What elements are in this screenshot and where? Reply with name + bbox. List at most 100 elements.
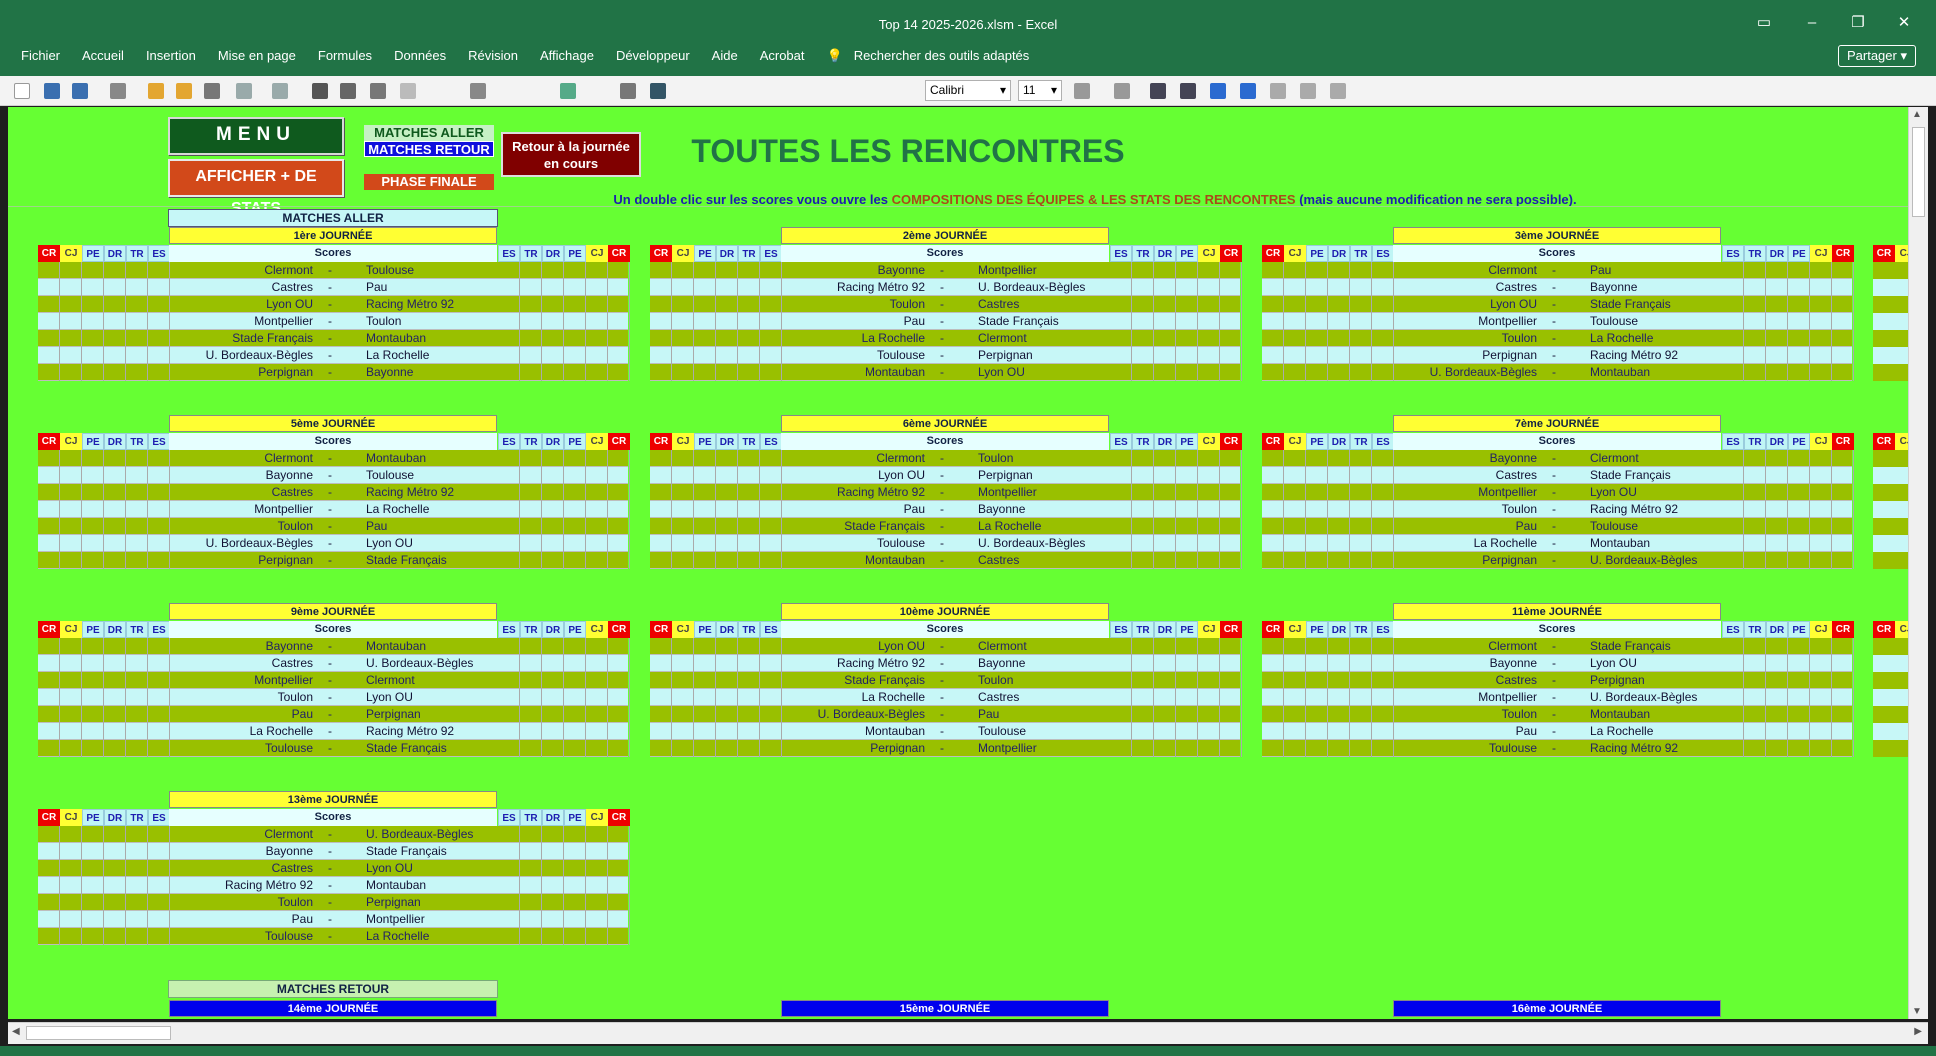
journee-title[interactable]: 13ème JOURNÉE <box>169 791 497 808</box>
stat-cell[interactable] <box>716 672 738 689</box>
stat-cell[interactable] <box>586 826 608 843</box>
stat-cell[interactable] <box>1832 484 1854 501</box>
stat-cell[interactable] <box>1810 501 1832 518</box>
stat-cell[interactable] <box>38 928 60 945</box>
stat-cell[interactable] <box>1810 689 1832 706</box>
match-row[interactable]: Montauban - Castres <box>650 552 1242 569</box>
stat-cell[interactable] <box>148 860 170 877</box>
menu-item-7[interactable]: Affichage <box>529 46 605 66</box>
stat-cell[interactable] <box>1306 484 1328 501</box>
stat-cell[interactable] <box>1262 296 1284 313</box>
stat-cell[interactable] <box>38 279 60 296</box>
stat-cell[interactable] <box>586 484 608 501</box>
stat-cell[interactable] <box>672 689 694 706</box>
stat-cell[interactable] <box>1284 296 1306 313</box>
stat-cell[interactable] <box>760 467 782 484</box>
stat-cell[interactable] <box>38 860 60 877</box>
stat-cell[interactable] <box>1176 484 1198 501</box>
stat-cell[interactable] <box>542 467 564 484</box>
stat-cell[interactable] <box>82 296 104 313</box>
stat-cell[interactable] <box>1262 689 1284 706</box>
menu-item-1[interactable]: Accueil <box>71 46 135 66</box>
font-size-select[interactable]: 11 ▾ <box>1018 80 1062 101</box>
stat-cell[interactable] <box>586 552 608 569</box>
stat-cell[interactable] <box>586 689 608 706</box>
stat-cell[interactable] <box>60 638 82 655</box>
match-row[interactable]: Montpellier - Lyon OU <box>1262 484 1854 501</box>
stat-cell[interactable] <box>1350 347 1372 364</box>
match-row[interactable]: Stade Français - La Rochelle <box>650 518 1242 535</box>
stat-cell[interactable] <box>1810 364 1832 381</box>
stat-cell[interactable] <box>672 296 694 313</box>
stat-cell[interactable] <box>1766 484 1788 501</box>
match-row[interactable]: Castres - Racing Métro 92 <box>38 484 630 501</box>
stat-cell[interactable] <box>672 638 694 655</box>
stat-cell[interactable] <box>1284 347 1306 364</box>
stat-cell[interactable] <box>650 501 672 518</box>
journee-title[interactable]: 7ème JOURNÉE <box>1393 415 1721 432</box>
stat-cell[interactable] <box>542 552 564 569</box>
stat-cell[interactable] <box>564 347 586 364</box>
menu-item-4[interactable]: Formules <box>307 46 383 66</box>
stat-cell[interactable] <box>1284 262 1306 279</box>
stat-cell[interactable] <box>1832 330 1854 347</box>
upload-icon[interactable] <box>1240 83 1256 99</box>
stat-cell[interactable] <box>1198 723 1220 740</box>
match-row[interactable]: Montpellier - U. Bordeaux-Bègles <box>1262 689 1854 706</box>
stat-cell[interactable] <box>716 484 738 501</box>
stat-cell[interactable] <box>1832 655 1854 672</box>
stat-cell[interactable] <box>1284 279 1306 296</box>
stat-cell[interactable] <box>564 535 586 552</box>
stat-cell[interactable] <box>1262 672 1284 689</box>
stat-cell[interactable] <box>82 928 104 945</box>
stat-cell[interactable] <box>1766 262 1788 279</box>
stat-cell[interactable] <box>104 279 126 296</box>
stat-cell[interactable] <box>1372 347 1394 364</box>
stat-cell[interactable] <box>650 347 672 364</box>
stat-cell[interactable] <box>1372 723 1394 740</box>
stat-cell[interactable] <box>672 279 694 296</box>
stat-cell[interactable] <box>60 672 82 689</box>
stat-cell[interactable] <box>82 843 104 860</box>
stat-cell[interactable] <box>586 655 608 672</box>
stat-cell[interactable] <box>716 347 738 364</box>
stat-cell[interactable] <box>672 535 694 552</box>
stat-cell[interactable] <box>608 262 630 279</box>
stat-cell[interactable] <box>1262 364 1284 381</box>
stat-cell[interactable] <box>1306 672 1328 689</box>
stat-cell[interactable] <box>1306 313 1328 330</box>
stat-cell[interactable] <box>1306 330 1328 347</box>
stat-cell[interactable] <box>60 894 82 911</box>
horizontal-scroll-thumb[interactable] <box>26 1026 171 1040</box>
stat-cell[interactable] <box>1766 552 1788 569</box>
match-row[interactable]: La Rochelle - Clermont <box>650 330 1242 347</box>
stat-cell[interactable] <box>148 450 170 467</box>
stat-cell[interactable] <box>1198 518 1220 535</box>
stat-cell[interactable] <box>760 330 782 347</box>
stat-cell[interactable] <box>586 364 608 381</box>
stat-cell[interactable] <box>148 518 170 535</box>
stat-cell[interactable] <box>148 672 170 689</box>
open-folder-icon[interactable] <box>148 83 164 99</box>
stat-cell[interactable] <box>1306 638 1328 655</box>
stat-cell[interactable] <box>1176 535 1198 552</box>
match-row[interactable]: Pau - La Rochelle <box>1262 723 1854 740</box>
stat-cell[interactable] <box>104 501 126 518</box>
stat-cell[interactable] <box>694 689 716 706</box>
stat-cell[interactable] <box>672 347 694 364</box>
stat-cell[interactable] <box>608 689 630 706</box>
stat-cell[interactable] <box>586 911 608 928</box>
stat-cell[interactable] <box>564 450 586 467</box>
stat-cell[interactable] <box>60 723 82 740</box>
match-row[interactable]: Pau - Toulouse <box>1262 518 1854 535</box>
stat-cell[interactable] <box>542 723 564 740</box>
stat-cell[interactable] <box>1350 655 1372 672</box>
stat-cell[interactable] <box>82 262 104 279</box>
stat-cell[interactable] <box>650 672 672 689</box>
stat-cell[interactable] <box>38 535 60 552</box>
match-row[interactable]: Lyon OU - Racing Métro 92 <box>38 296 630 313</box>
stat-cell[interactable] <box>148 552 170 569</box>
stat-cell[interactable] <box>1176 450 1198 467</box>
stat-cell[interactable] <box>542 928 564 945</box>
stat-cell[interactable] <box>1766 501 1788 518</box>
